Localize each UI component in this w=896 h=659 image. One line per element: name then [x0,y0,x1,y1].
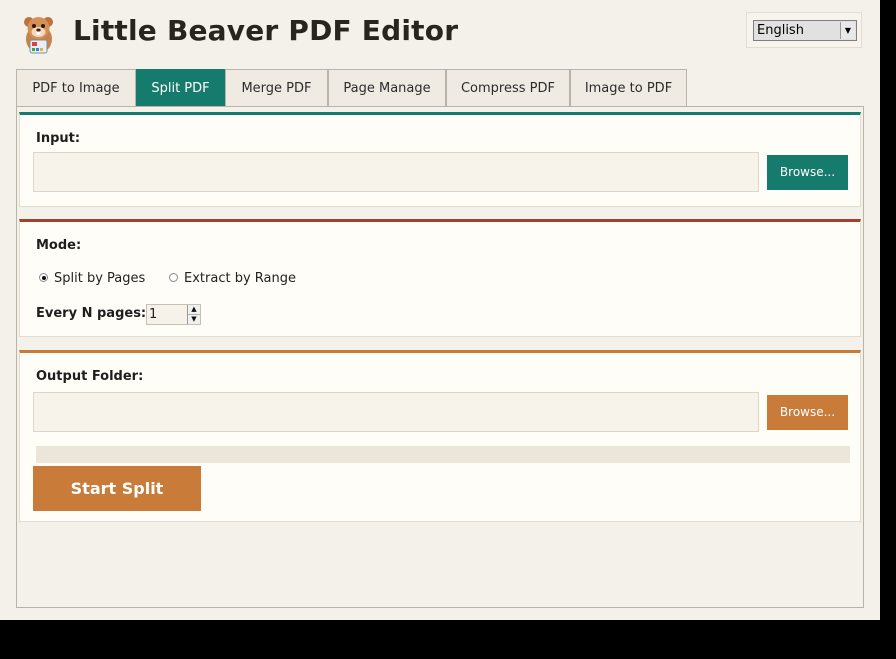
mode-label: Mode: [36,238,82,253]
input-file-field[interactable] [33,152,759,192]
tab-image-to-pdf[interactable]: Image to PDF [570,69,687,106]
output-folder-field[interactable] [33,392,759,432]
every-n-pages-label: Every N pages: [36,306,147,321]
progress-bar [36,446,850,463]
output-browse-button[interactable]: Browse... [767,395,848,430]
chevron-down-icon[interactable]: ▼ [840,22,855,39]
app-title: Little Beaver PDF Editor [73,14,459,47]
radio-split-by-pages[interactable]: Split by Pages [39,271,145,286]
tab-page-manage[interactable]: Page Manage [328,69,446,106]
radio-split-by-pages-label: Split by Pages [54,271,146,286]
stepper-up-icon[interactable]: ▲ [188,305,200,315]
tab-compress-pdf[interactable]: Compress PDF [446,69,570,106]
language-select[interactable]: English ▼ [753,20,857,41]
tab-split-pdf[interactable]: Split PDF [136,69,225,106]
every-n-pages-value[interactable]: 1 [149,307,157,322]
output-folder-label: Output Folder: [36,369,144,384]
radio-extract-by-range-label: Extract by Range [184,271,296,286]
tab-merge-pdf[interactable]: Merge PDF [225,69,328,106]
beaver-logo-icon [18,13,60,55]
every-n-pages-stepper[interactable]: 1 ▲ ▼ [146,304,201,325]
tab-pdf-to-image[interactable]: PDF to Image [16,69,136,106]
radio-unchecked-icon[interactable] [169,273,178,282]
output-card: Output Folder: Browse... Start Split [19,350,861,522]
input-card: Input: Browse... [19,112,861,207]
stepper-buttons: ▲ ▼ [187,305,200,324]
language-selector-frame: English ▼ [746,12,862,48]
start-split-button[interactable]: Start Split [33,466,201,511]
split-pdf-panel: Input: Browse... Mode: Split by Pages Ex… [16,106,864,608]
radio-extract-by-range[interactable]: Extract by Range [169,271,296,286]
mode-card: Mode: Split by Pages Extract by Range Ev… [19,219,861,337]
radio-checked-icon[interactable] [39,273,48,282]
input-browse-button[interactable]: Browse... [767,155,848,190]
app-window: Little Beaver PDF Editor English ▼ PDF t… [0,0,880,620]
language-value: English [757,23,804,38]
input-label: Input: [36,131,81,146]
stepper-down-icon[interactable]: ▼ [188,315,200,324]
